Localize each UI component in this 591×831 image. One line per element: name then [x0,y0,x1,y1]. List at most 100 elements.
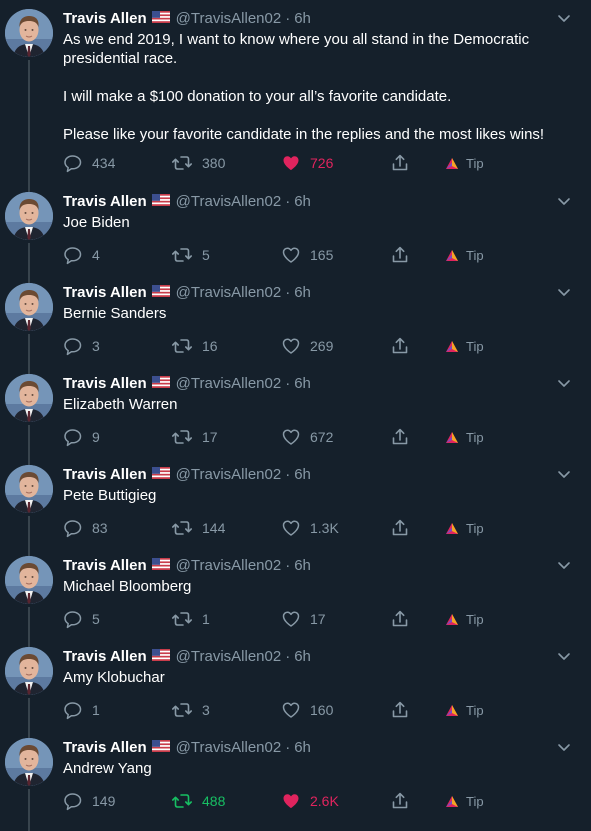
chevron-down-icon[interactable] [556,193,572,209]
reply-button[interactable]: 1 [63,700,100,720]
author-handle[interactable]: @TravisAllen02 [176,10,282,27]
reply-button[interactable]: 434 [63,153,115,173]
chevron-down-icon[interactable] [556,648,572,664]
author-handle[interactable]: @TravisAllen02 [176,648,282,665]
tip-icon [446,795,458,807]
author-name[interactable]: Travis Allen [63,375,147,392]
tweet[interactable]: Travis Allen @TravisAllen02 · 6h Andrew Yang… [0,729,591,831]
author-name[interactable]: Travis Allen [63,648,147,665]
tip-button[interactable]: Tip [445,153,484,173]
heart-icon [282,338,300,354]
tweet[interactable]: Travis Allen @TravisAllen02 · 6h Elizabeth W… [0,365,591,465]
chevron-down-icon[interactable] [556,557,572,573]
tweet-timestamp[interactable]: 6h [294,739,311,756]
chevron-down-icon[interactable] [556,739,572,755]
author-handle[interactable]: @TravisAllen02 [176,466,282,483]
avatar[interactable] [5,283,53,331]
tweet-timestamp[interactable]: 6h [294,193,311,210]
share-button[interactable] [390,609,419,629]
like-button[interactable]: 160 [281,700,333,720]
retweet-button[interactable]: 380 [171,153,225,173]
tip-button[interactable]: Tip [445,245,484,265]
tweet-paragraph: Michael Bloomberg [63,578,192,595]
author-handle[interactable]: @TravisAllen02 [176,375,282,392]
like-button[interactable]: 672 [281,427,333,447]
avatar[interactable] [5,556,53,604]
author-name[interactable]: Travis Allen [63,10,147,27]
tweet[interactable]: Travis Allen @TravisAllen02 · 6h Joe Biden 4 5… [0,183,591,283]
tweet-timestamp[interactable]: 6h [294,466,311,483]
share-button[interactable] [390,791,419,811]
tweet-timestamp[interactable]: 6h [294,10,311,27]
tip-button[interactable]: Tip [445,427,484,447]
chevron-down-icon[interactable] [556,466,572,482]
author-handle[interactable]: @TravisAllen02 [176,739,282,756]
reply-button[interactable]: 149 [63,791,115,811]
tweet[interactable]: Travis Allen @TravisAllen02 · 6h Pete Buttig… [0,456,591,556]
retweet-button[interactable]: 144 [171,518,225,538]
author-handle[interactable]: @TravisAllen02 [176,557,282,574]
tip-button[interactable]: Tip [445,700,484,720]
share-button[interactable] [390,518,419,538]
tweet[interactable]: Travis Allen @TravisAllen02 · 6h As we end 2… [0,0,591,192]
author-name[interactable]: Travis Allen [63,193,147,210]
us-flag-icon [151,557,170,570]
avatar[interactable] [5,374,53,422]
share-icon [392,337,408,354]
tweet-timestamp[interactable]: 6h [294,557,311,574]
share-button[interactable] [390,427,419,447]
tip-button[interactable]: Tip [445,609,484,629]
retweet-button[interactable]: 3 [171,700,210,720]
tweet-timestamp[interactable]: 6h [294,648,311,665]
like-button[interactable]: 165 [281,245,333,265]
author-name[interactable]: Travis Allen [63,466,147,483]
share-button[interactable] [390,700,419,720]
author-name[interactable]: Travis Allen [63,739,147,756]
avatar[interactable] [5,192,53,240]
separator-dot: · [285,465,291,483]
share-button[interactable] [390,336,419,356]
like-button[interactable]: 726 [281,153,333,173]
chevron-down-icon[interactable] [556,10,572,26]
reply-button[interactable]: 83 [63,518,108,538]
like-button[interactable]: 17 [281,609,326,629]
like-button[interactable]: 269 [281,336,333,356]
chevron-down-icon[interactable] [556,375,572,391]
tweet-timestamp[interactable]: 6h [294,375,311,392]
reply-button[interactable]: 3 [63,336,100,356]
tweet[interactable]: Travis Allen @TravisAllen02 · 6h Bernie Sand… [0,274,591,374]
like-count: 17 [310,611,326,627]
share-button[interactable] [390,245,419,265]
tweet-header: Travis Allen @TravisAllen02 · 6h [63,647,311,665]
tweet-timestamp[interactable]: 6h [294,284,311,301]
author-handle[interactable]: @TravisAllen02 [176,193,282,210]
author-handle[interactable]: @TravisAllen02 [176,284,282,301]
retweet-button[interactable]: 16 [171,336,218,356]
author-name[interactable]: Travis Allen [63,284,147,301]
tweet[interactable]: Travis Allen @TravisAllen02 · 6h Michael Blo… [0,547,591,647]
share-button[interactable] [390,153,419,173]
tip-button[interactable]: Tip [445,791,484,811]
reply-button[interactable]: 4 [63,245,100,265]
chevron-down-icon [558,15,570,22]
us-flag-icon [151,739,170,752]
like-button[interactable]: 2.6K [281,791,339,811]
retweet-button[interactable]: 488 [171,791,225,811]
avatar[interactable] [5,465,53,513]
retweet-button[interactable]: 1 [171,609,210,629]
avatar[interactable] [5,647,53,695]
tweet[interactable]: Travis Allen @TravisAllen02 · 6h Amy Klobuch… [0,638,591,738]
chevron-down-icon[interactable] [556,284,572,300]
separator-dot: · [285,647,291,665]
retweet-button[interactable]: 17 [171,427,218,447]
tip-button[interactable]: Tip [445,518,484,538]
avatar[interactable] [5,9,53,57]
author-name[interactable]: Travis Allen [63,557,147,574]
reply-button[interactable]: 5 [63,609,100,629]
like-button[interactable]: 1.3K [281,518,339,538]
tip-button[interactable]: Tip [445,336,484,356]
retweet-button[interactable]: 5 [171,245,210,265]
tweet-actions: 1 3 160 Tip [63,700,533,720]
avatar[interactable] [5,738,53,786]
reply-button[interactable]: 9 [63,427,100,447]
